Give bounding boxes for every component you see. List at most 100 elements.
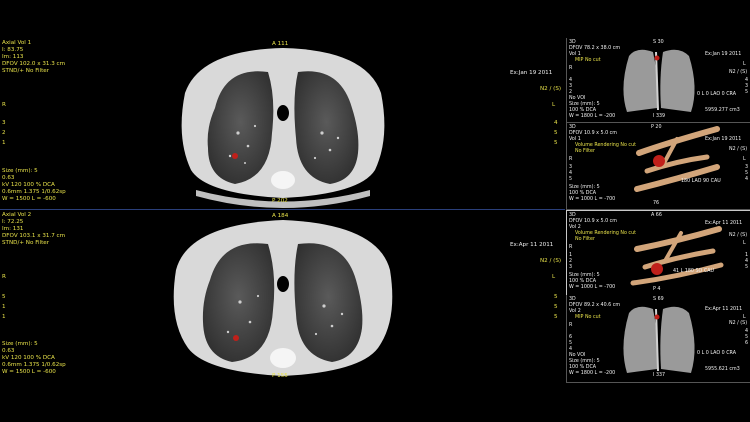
nodule-marker[interactable] xyxy=(232,153,238,159)
axial-viewport-2[interactable]: Axial Vol 2 I: 72.25 Im: 131 DFOV 103.1 … xyxy=(0,210,565,383)
axial-viewport-1[interactable]: Axial Vol 1 I: 83.75 Im: 113 DFOV 102.0 … xyxy=(0,38,565,210)
window-level: W = 1800 L = -200 xyxy=(569,114,616,119)
window-level: W = 1000 L = -700 xyxy=(569,197,616,202)
anterior-label: A 184 xyxy=(272,213,289,219)
tick: 5 xyxy=(554,294,558,300)
info-line: I: 83.75 xyxy=(2,47,24,53)
tick: 1 xyxy=(2,304,6,310)
tick: 5 xyxy=(554,314,558,320)
n2-label: N2 / (S) xyxy=(729,321,748,326)
info-line: DFOV 102.0 x 31.3 cm xyxy=(2,61,66,67)
left-orientation: L xyxy=(552,102,556,108)
right-orientation: R xyxy=(569,66,573,71)
3d-vr-viewport-1[interactable]: 3D DFOV 10.9 x 5.0 cm Vol 1 Volume Rende… xyxy=(566,123,750,210)
tick: 5 xyxy=(569,341,573,346)
tick: 3 xyxy=(2,120,6,126)
n2-label: N2 / (S) xyxy=(729,147,748,152)
tick: 5 xyxy=(745,90,749,95)
info-line: 0.6mm 1.375 1/0.62sp xyxy=(2,189,66,195)
spine xyxy=(270,348,296,368)
view-angle: 41 L 180 SO CAU xyxy=(673,269,714,274)
info-line: 0.63 xyxy=(2,175,15,181)
tick: 4 xyxy=(745,177,749,182)
right-orientation: R xyxy=(569,157,573,162)
info-line: 3D xyxy=(569,213,576,218)
right-orientation: R xyxy=(2,274,6,280)
tick: 4 xyxy=(745,259,749,264)
window-level: W = 1800 L = -200 xyxy=(569,371,616,376)
info-line: Size (mm): 5 xyxy=(569,273,600,278)
info-line: DFOV 10.9 x 5.0 cm xyxy=(569,131,617,136)
view-angle: 0 L 0 LAO 0 CRA xyxy=(697,351,736,356)
left-orientation: L xyxy=(743,157,746,162)
info-line: 100 % DCA xyxy=(569,191,597,196)
left-orientation: L xyxy=(743,315,746,320)
tick: 4 xyxy=(569,78,573,83)
inferior-label: P 4 xyxy=(653,287,661,292)
info-line: kV 120 100 % DCA xyxy=(2,182,55,188)
tick: 5 xyxy=(554,130,558,136)
tick: 1 xyxy=(569,253,573,258)
3d-mip-viewport-1[interactable]: 3D DFOV 78.2 x 38.0 cm Vol 1 MIP No cut … xyxy=(566,38,750,123)
info-line: kV 120 100 % DCA xyxy=(2,355,55,361)
exam-date: Ex:Jan 19 2011 xyxy=(705,52,742,57)
voi-label: No VOI xyxy=(569,353,586,358)
nodule-marker[interactable] xyxy=(233,335,239,341)
info-line: 3D xyxy=(569,125,576,130)
volume-readout: 5959.277 cm3 xyxy=(705,108,740,113)
tick: 3 xyxy=(569,265,573,270)
3d-mip-viewport-2[interactable]: 3D DFOV 89.2 x 40.6 cm Vol 2 MIP No cut … xyxy=(566,295,750,383)
superior-label: S 69 xyxy=(653,297,664,302)
posterior-label: P 155 xyxy=(272,373,288,379)
render-mode: Volume Rendering No cut xyxy=(575,143,636,148)
inferior-label: 76 xyxy=(653,201,660,206)
left-orientation: L xyxy=(743,241,746,246)
info-line: Vol 1 xyxy=(569,137,581,142)
tick: 3 xyxy=(569,165,573,170)
render-mode: MIP No cut xyxy=(575,58,601,63)
info-line: DFOV 89.2 x 40.6 cm xyxy=(569,303,621,308)
tick: 4 xyxy=(554,120,558,126)
exam-date: Ex:Apr 11 2011 xyxy=(705,307,743,312)
exam-date: Ex:Jan 19 2011 xyxy=(510,70,553,76)
nodule-render xyxy=(653,155,665,167)
render-mode: MIP No cut xyxy=(575,315,601,320)
tick: 2 xyxy=(569,90,573,95)
posterior-label: P 202 xyxy=(272,198,288,204)
right-orientation: R xyxy=(2,102,6,108)
info-line: 100 % DCA xyxy=(569,365,597,370)
info-line: Im: 131 xyxy=(2,226,24,232)
view-angle: 180 LAO 90 CAU xyxy=(681,179,721,184)
exam-date: Ex:Apr 11 2011 xyxy=(705,221,743,226)
inferior-label: I 339 xyxy=(653,114,666,119)
exam-date: Ex:Jan 19 2011 xyxy=(705,137,742,142)
info-line: 100 % DCA xyxy=(569,108,597,113)
window-level: W = 1500 L = -600 xyxy=(2,196,56,202)
trachea xyxy=(277,105,289,121)
exam-date: Ex:Apr 11 2011 xyxy=(510,242,554,248)
nodule-marker xyxy=(654,55,660,61)
3d-vr-viewport-2[interactable]: 3D DFOV 10.9 x 5.0 cm Vol 2 Volume Rende… xyxy=(566,210,750,296)
tick: 2 xyxy=(2,130,6,136)
tick: 4 xyxy=(745,329,749,334)
info-line: Size (mm): 5 xyxy=(569,359,600,364)
info-line: Size (mm): 5 xyxy=(569,102,600,107)
n2-label: N2 / (S) xyxy=(729,233,748,238)
filter-label: No Filter xyxy=(575,149,595,154)
top-letterbox xyxy=(0,0,750,38)
tick: 5 xyxy=(2,294,6,300)
info-line: 3D xyxy=(569,297,576,302)
viewport-title: Axial Vol 2 xyxy=(2,212,32,218)
tick: 1 xyxy=(2,314,6,320)
left-orientation: L xyxy=(743,62,746,67)
info-line: 3D xyxy=(569,40,576,45)
right-orientation: R xyxy=(569,323,573,328)
info-line: DFOV 103.1 x 31.7 cm xyxy=(2,233,66,239)
info-line: I: 72.25 xyxy=(2,219,24,225)
volume-readout: 5955.621 cm3 xyxy=(705,367,740,372)
superior-label: S 30 xyxy=(653,40,664,45)
n2-label: N2 / (S) xyxy=(540,86,562,92)
tick: 5 xyxy=(745,171,749,176)
render-mode: Volume Rendering No cut xyxy=(575,231,636,236)
info-line: 100 % DCA xyxy=(569,279,597,284)
